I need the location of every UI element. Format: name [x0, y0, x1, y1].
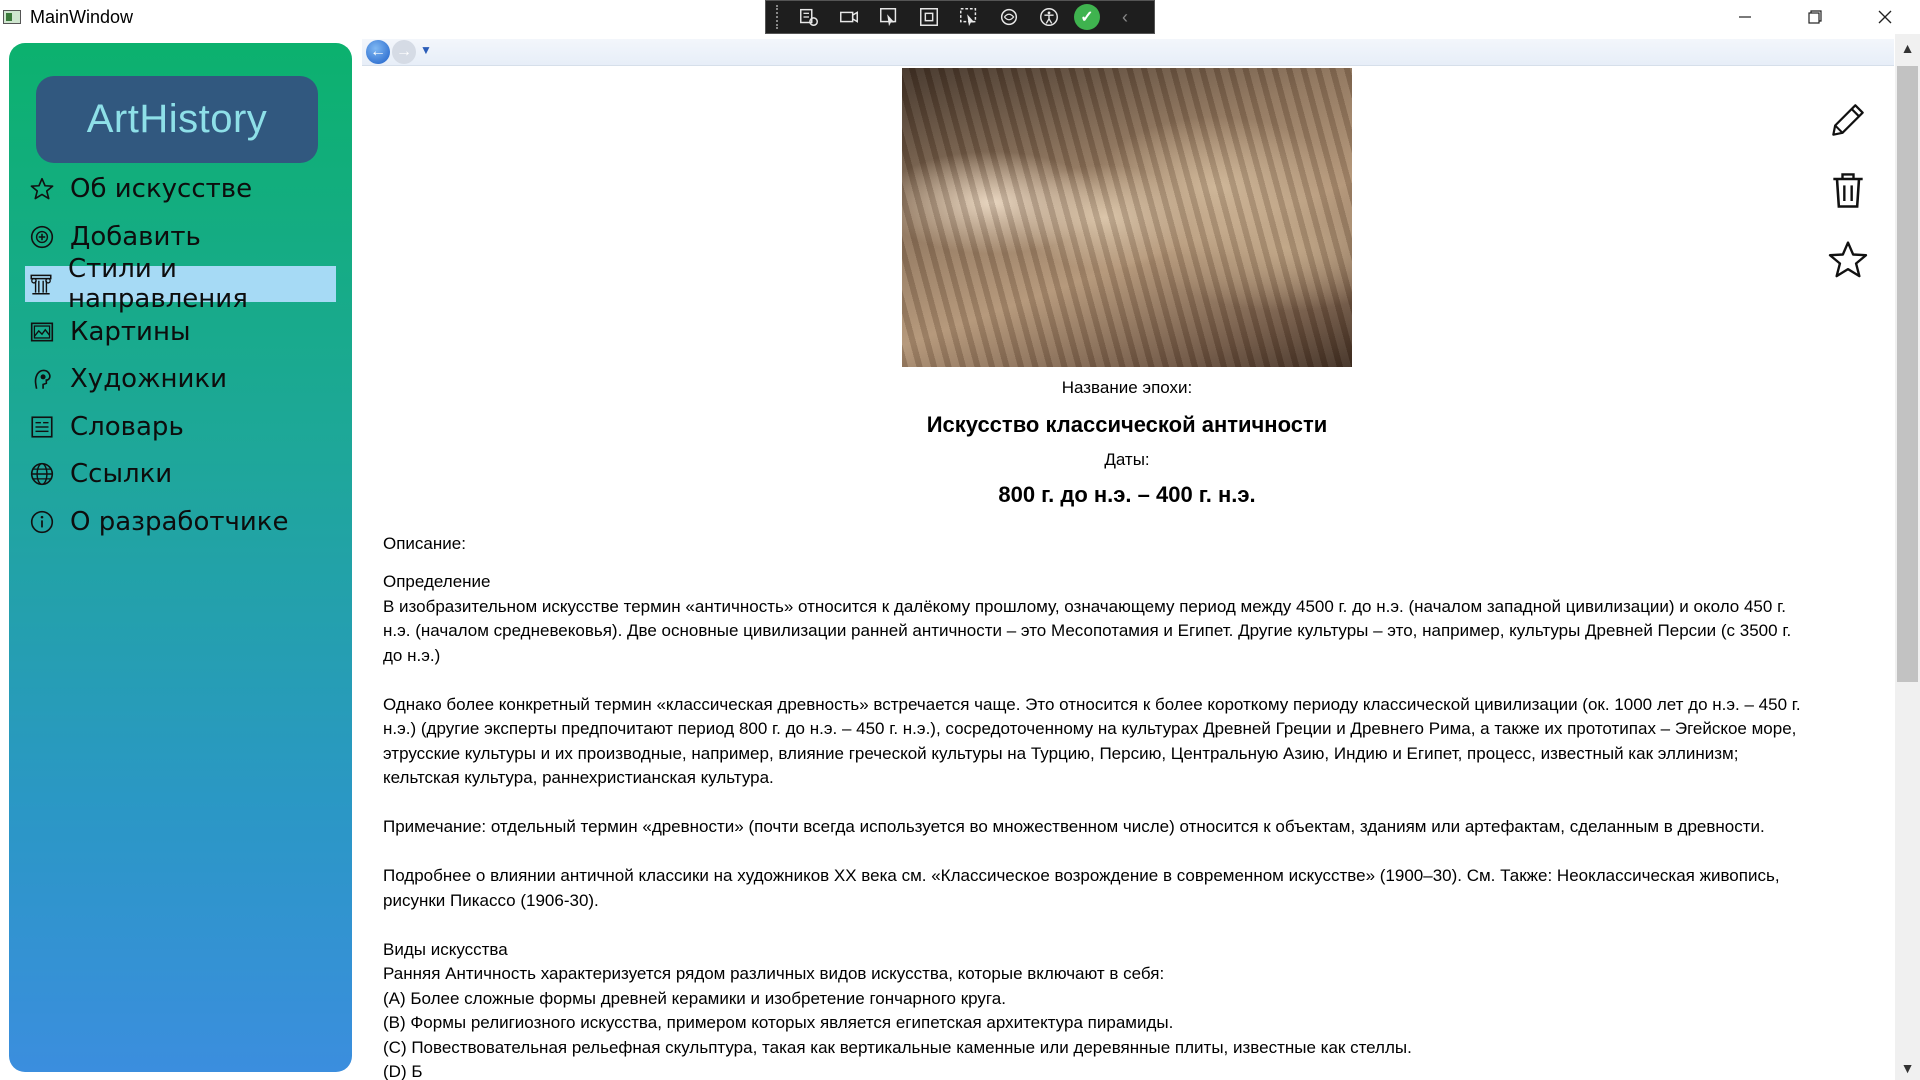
trash-icon[interactable] [1824, 166, 1872, 214]
scroll-up-icon[interactable]: ▲ [1895, 36, 1920, 60]
vertical-scrollbar[interactable]: ▲ ▼ [1895, 34, 1920, 1080]
sidebar-item-about-art[interactable]: Об искусстве [25, 171, 345, 207]
close-button[interactable] [1850, 0, 1920, 34]
debug-toolbar: ✓ ‹ [765, 0, 1155, 34]
description-line: Однако более конкретный термин «классиче… [383, 694, 1801, 714]
description-line: н.э. (началом средневековья). Две основн… [383, 621, 1792, 640]
description-line: Ранняя Античность характеризуется рядом … [383, 964, 1165, 983]
description-text: Определение В изобразительном искусстве т… [383, 570, 1873, 1080]
description-line [383, 668, 1873, 693]
sidebar-item-label: Ссылки [70, 459, 173, 489]
sidebar: ArtHistory Об искусстве Добавить Стили и… [9, 43, 352, 1072]
sidebar-item-paintings[interactable]: Картины [25, 314, 345, 350]
description-line: (D) Б [383, 1062, 423, 1080]
picture-icon [28, 318, 56, 346]
sidebar-item-developer[interactable]: О разработчике [25, 504, 345, 540]
sidebar-item-label: Словарь [70, 411, 184, 442]
forward-arrow-icon[interactable]: → [392, 40, 416, 64]
description-line: рисунки Пикассо (1906-30). [383, 890, 599, 910]
browser-nav-bar: ← → ▼ [362, 39, 1894, 66]
column-icon [28, 270, 54, 298]
description-line: Подробнее о влиянии античной классики на… [383, 866, 1780, 885]
scroll-thumb[interactable] [1897, 66, 1918, 682]
add-circle-icon [28, 223, 56, 251]
description-line: (A) Более сложные формы древней керамики… [383, 988, 1006, 1008]
sidebar-item-label: Картины [70, 316, 191, 347]
title-bar: MainWindow ✓ ‹ [0, 0, 1920, 34]
era-name-label: Название эпохи: [1061, 378, 1193, 397]
star-icon [28, 175, 56, 203]
description-line: этрусские культуры и их производные, нап… [383, 743, 1739, 763]
description-line: (C) Повествовательная рельефная скульпту… [383, 1037, 1412, 1057]
history-dropdown-icon[interactable]: ▼ [420, 43, 432, 57]
sidebar-item-dictionary[interactable]: Словарь [25, 409, 345, 445]
dates-label: Даты: [1104, 450, 1150, 469]
camera-icon[interactable] [834, 4, 864, 30]
sidebar-item-styles[interactable]: Стили и направления [25, 254, 336, 314]
dictionary-icon [28, 413, 56, 441]
description-line: кельтская культура, раннехристианская ку… [383, 768, 774, 787]
era-name: Искусство классической античности [926, 412, 1328, 437]
description-line: В изобразительном искусстве термин «анти… [383, 596, 1786, 616]
display-layout-icon[interactable] [914, 4, 944, 30]
description-line: Определение [383, 572, 491, 591]
pencil-icon[interactable] [1824, 96, 1872, 144]
sidebar-item-add[interactable]: Добавить [25, 219, 345, 255]
description-line: Примечание: отдельный термин «древности»… [383, 817, 1765, 836]
description-line [383, 840, 1873, 865]
description-line: до н.э.) [383, 645, 441, 665]
app-logo[interactable]: ArtHistory [36, 76, 318, 163]
sidebar-item-label: Стили и направления [68, 254, 248, 314]
star-outline-icon[interactable] [1824, 236, 1872, 284]
description-line: н.э.) (другие эксперты предпочитают пери… [383, 719, 1797, 738]
restore-button[interactable] [1780, 0, 1850, 34]
track-focus-icon[interactable] [954, 4, 984, 30]
check-icon[interactable]: ✓ [1074, 4, 1100, 30]
window-title: MainWindow [30, 7, 134, 27]
sidebar-nav: Об искусстве Добавить Стили и направлени… [25, 171, 345, 551]
binding-icon[interactable] [994, 4, 1024, 30]
live-tree-icon[interactable] [794, 4, 824, 30]
sidebar-item-links[interactable]: Ссылки [25, 456, 345, 492]
sidebar-item-label: Добавить [70, 221, 201, 252]
back-arrow-icon[interactable]: ← [366, 40, 390, 64]
description-line [383, 791, 1873, 816]
accessibility-icon[interactable] [1034, 4, 1064, 30]
collapse-icon[interactable]: ‹ [1110, 4, 1140, 30]
era-image [902, 68, 1352, 367]
grip-icon[interactable] [776, 5, 784, 29]
content-area: Название эпохи: Искусство классической а… [362, 66, 1892, 1080]
sidebar-item-artists[interactable]: Художники [25, 361, 345, 397]
description-label: Описание: [383, 534, 466, 553]
sidebar-item-label: О разработчике [70, 506, 289, 537]
info-icon [28, 508, 56, 536]
description-line [383, 913, 1873, 938]
minimize-button[interactable] [1710, 0, 1780, 34]
description-line: Виды искусства [383, 939, 508, 959]
scroll-down-icon[interactable]: ▼ [1895, 1056, 1920, 1080]
sidebar-item-label: Художники [70, 364, 228, 394]
select-element-icon[interactable] [874, 4, 904, 30]
app-icon [3, 10, 21, 24]
globe-icon [28, 460, 56, 488]
artist-icon [28, 365, 56, 393]
sidebar-item-label: Об искусстве [70, 174, 253, 204]
description-line: (B) Формы религиозного искусства, пример… [383, 1013, 1174, 1032]
dates-value: 800 г. до н.э. – 400 г. н.э. [998, 482, 1256, 507]
